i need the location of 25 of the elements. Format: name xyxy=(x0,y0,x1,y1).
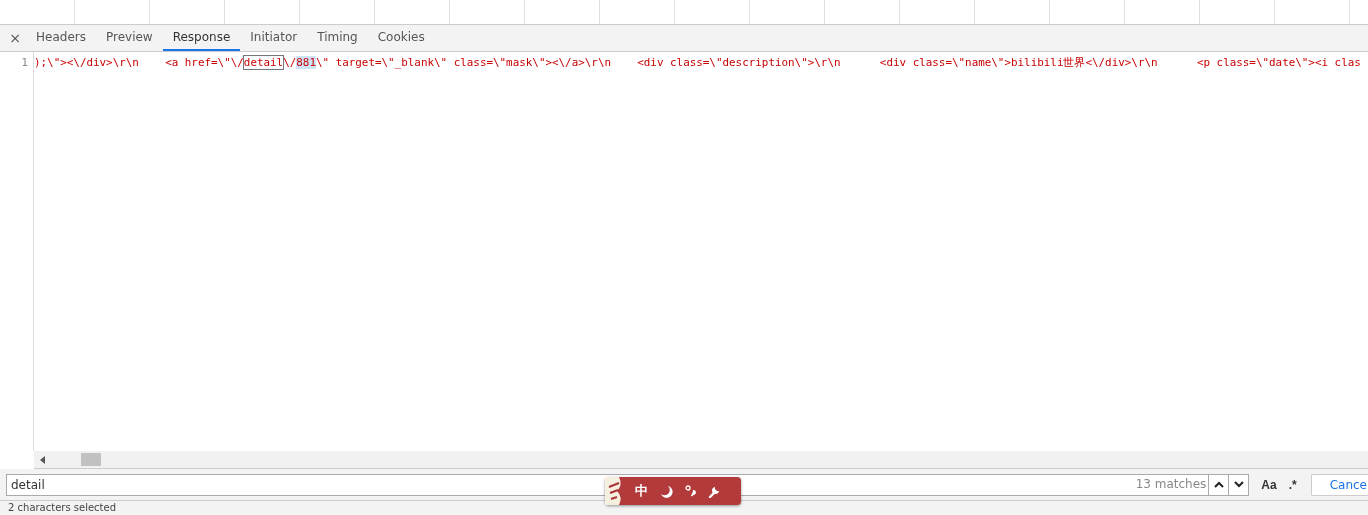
previous-match-button[interactable] xyxy=(1209,473,1230,496)
line-number: 1 xyxy=(0,51,34,452)
tab[interactable]: Initiator xyxy=(240,24,308,51)
chevron-up-icon xyxy=(1213,481,1224,489)
next-match-button[interactable] xyxy=(1229,473,1250,496)
chevron-down-icon xyxy=(1233,481,1244,489)
match-count: 13 matches xyxy=(1135,476,1207,491)
scroll-left-icon[interactable] xyxy=(40,455,45,464)
figure-icon[interactable] xyxy=(605,477,623,505)
regex-toggle[interactable]: .* xyxy=(1288,477,1297,492)
code-line: );\"><\/div>\r\n <a href=\"\/detail\/881\" target=\"_blank\" class=\"mask\"><\/a>\r\n <div class=\"description\">\r\n <div class=\"name\">bilibili世界<\/div>\r\n <p class=\"date\"><i clas xyxy=(34,54,1361,70)
moon-icon[interactable] xyxy=(660,484,673,498)
tab[interactable]: Headers xyxy=(26,24,96,51)
match-case-toggle[interactable]: Aa xyxy=(1261,477,1277,492)
tab[interactable]: Timing xyxy=(307,24,368,51)
horizontal-scrollbar[interactable] xyxy=(34,451,1368,470)
scrollbar-thumb[interactable] xyxy=(81,453,101,467)
close-button[interactable]: × xyxy=(4,24,26,51)
tab[interactable]: Response xyxy=(162,24,241,51)
wrench-icon[interactable] xyxy=(708,484,721,498)
punctuation-icon[interactable] xyxy=(685,485,696,497)
cancel-button[interactable]: Cance xyxy=(1310,473,1368,496)
status-text: 2 characters selected xyxy=(0,501,1368,515)
tab[interactable]: Preview xyxy=(95,24,163,51)
tab[interactable]: Cookies xyxy=(367,24,435,51)
